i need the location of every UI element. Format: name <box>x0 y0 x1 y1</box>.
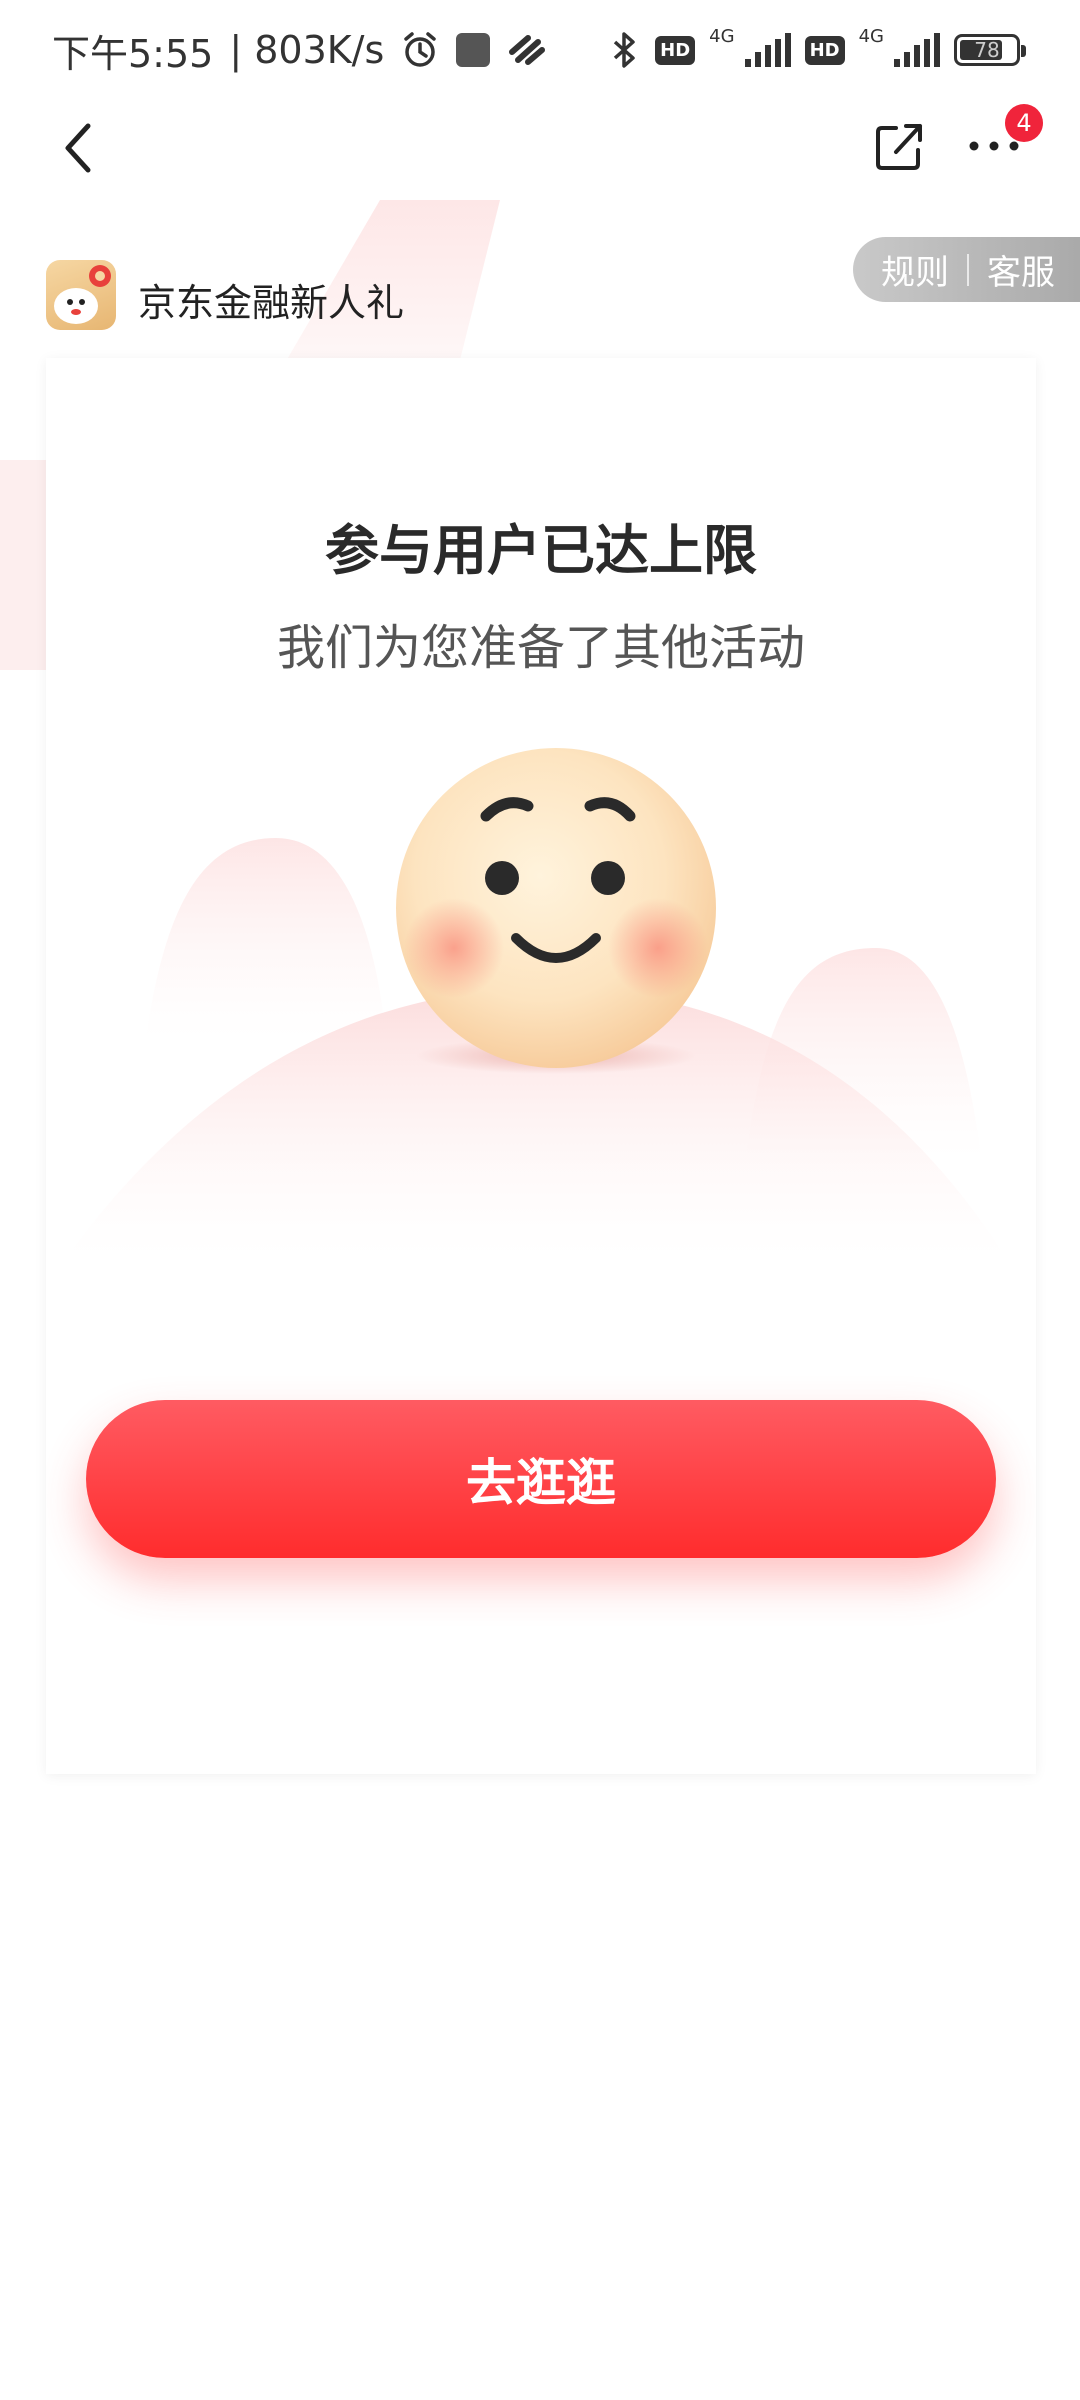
battery-icon: 78 <box>954 34 1026 66</box>
alarm-icon <box>404 32 437 67</box>
link-notification-icon <box>509 35 546 65</box>
go-shopping-button[interactable]: 去逛逛 <box>86 1400 996 1558</box>
card-subtitle: 我们为您准备了其他活动 <box>276 620 805 676</box>
screen: 下午5:55 | 803K/s HD 4G HD 4G 78 4 京东金融新人礼… <box>0 0 1080 2400</box>
more-icon <box>969 141 1019 151</box>
pill-divider <box>967 253 969 286</box>
signal-icon <box>894 33 940 67</box>
activity-logo <box>46 260 116 330</box>
result-card: 参与用户已达上限 我们为您准备了其他活动 去逛逛 <box>46 358 1036 1774</box>
card-title: 参与用户已达上限 <box>325 519 757 582</box>
rules-link[interactable]: 规则 <box>881 245 949 294</box>
status-bar: 下午5:55 | 803K/s HD 4G HD 4G 78 <box>0 0 1080 100</box>
back-button[interactable] <box>48 118 108 178</box>
bluetooth-icon <box>613 32 635 68</box>
battery-percent: 78 <box>974 38 1000 62</box>
network-speed: | 803K/s <box>229 28 385 72</box>
signal-icon <box>744 33 791 67</box>
mascot-logo-icon <box>54 265 111 324</box>
smiley-illustration <box>66 748 1006 1258</box>
nav-bar <box>0 100 1080 195</box>
share-button[interactable] <box>868 114 932 178</box>
status-time: 下午5:55 <box>52 31 214 76</box>
customer-service-link[interactable]: 客服 <box>987 245 1055 294</box>
rules-service-pill: 规则 客服 <box>853 237 1080 302</box>
activity-title: 京东金融新人礼 <box>138 281 405 325</box>
share-icon <box>876 124 922 170</box>
notification-badge: 4 <box>1005 104 1043 142</box>
network-type-label: 4G <box>858 25 884 47</box>
back-arrow-icon <box>65 123 91 173</box>
app-notification-icon <box>456 33 491 67</box>
hd-icon: HD <box>804 35 845 65</box>
network-type-label: 4G <box>709 25 735 47</box>
hd-icon: HD <box>655 35 696 65</box>
